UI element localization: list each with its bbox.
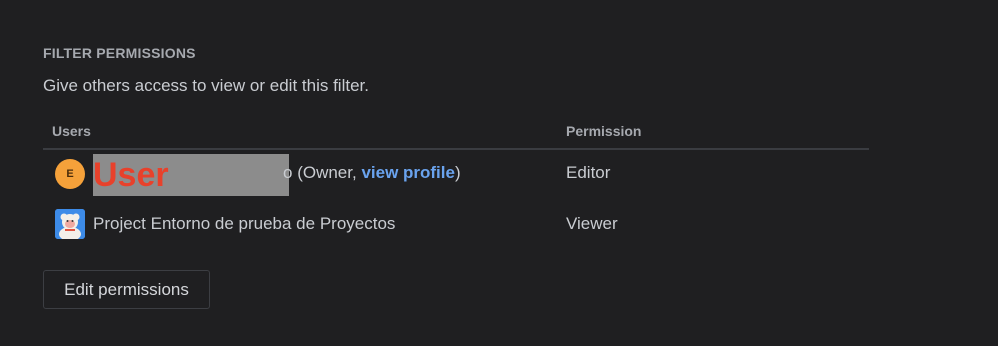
owner-info: o (Owner, view profile) [283, 163, 461, 183]
edit-permissions-button[interactable]: Edit permissions [43, 270, 210, 309]
owner-suffix: ) [454, 163, 461, 182]
section-title: FILTER PERMISSIONS [43, 45, 196, 61]
owner-prefix: (Owner, [292, 163, 362, 182]
permission-value: Editor [566, 163, 611, 182]
user-avatar: E [55, 159, 85, 189]
column-header-users: Users [52, 123, 91, 139]
column-header-permission: Permission [566, 123, 642, 139]
table-row: E User o (Owner, view profile) Editor [43, 152, 869, 198]
project-avatar-icon [55, 209, 85, 239]
project-name: Project Entorno de prueba de Proyectos [93, 214, 396, 233]
view-profile-link[interactable]: view profile [361, 163, 455, 182]
permissions-table-header: Users Permission [43, 122, 869, 150]
section-description: Give others access to view or edit this … [43, 76, 369, 95]
permission-value: Viewer [566, 214, 618, 233]
redaction-label: User [93, 156, 169, 194]
table-row: Project Entorno de prueba de Proyectos V… [43, 203, 869, 249]
